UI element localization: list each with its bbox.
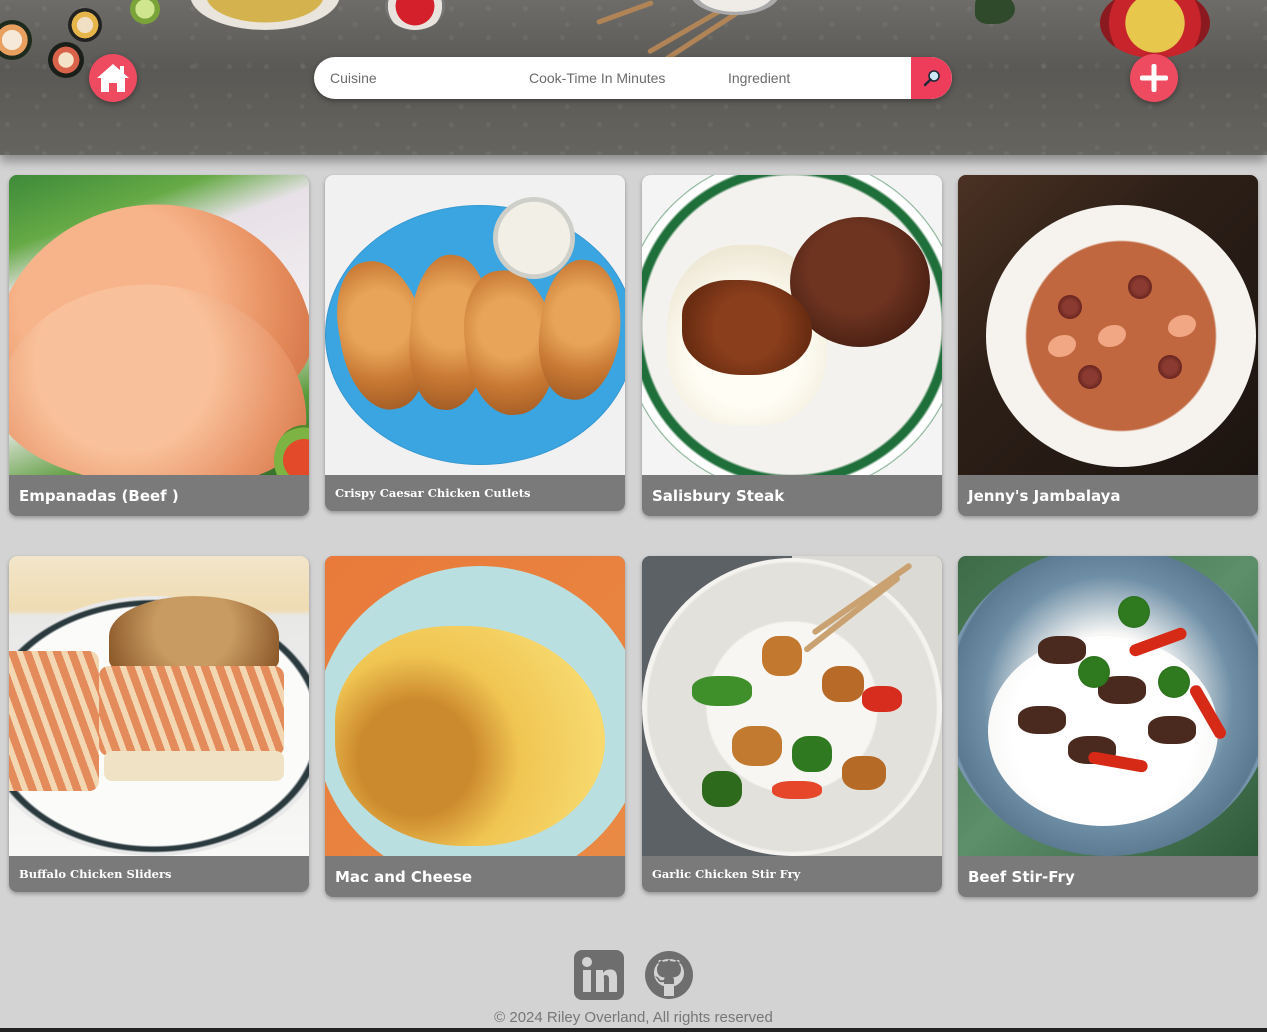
recipe-card[interactable]: Crispy Caesar Chicken Cutlets [325, 175, 625, 511]
recipe-title: Mac and Cheese [335, 867, 473, 886]
social-links [574, 950, 694, 1000]
recipe-photo [9, 556, 309, 856]
recipe-photo [642, 556, 942, 856]
recipe-title: Salisbury Steak [652, 486, 785, 505]
cuisine-input[interactable] [330, 58, 529, 98]
github-link[interactable] [644, 950, 694, 1000]
recipe-card[interactable]: Empanadas (Beef ) [9, 175, 309, 516]
recipe-title: Beef Stir-Fry [968, 867, 1075, 886]
dish-decoration [1100, 0, 1210, 58]
lime-decoration [130, 0, 160, 24]
ingredient-input[interactable] [728, 58, 911, 98]
github-icon [645, 951, 693, 999]
copyright-text: © 2024 Riley Overland, All rights reserv… [494, 1009, 773, 1026]
cook-time-input[interactable] [529, 58, 728, 98]
sushi-decoration [0, 20, 32, 60]
recipe-photo [958, 556, 1258, 856]
sauce-decoration [385, 0, 445, 30]
recipe-photo [325, 175, 625, 475]
bowl-decoration [190, 0, 340, 30]
plus-icon [1140, 64, 1168, 92]
recipe-photo [9, 175, 309, 475]
search-bar [314, 57, 952, 99]
recipe-card[interactable]: Salisbury Steak [642, 175, 942, 516]
recipe-card[interactable]: Beef Stir-Fry [958, 556, 1258, 897]
recipe-title: Crispy Caesar Chicken Cutlets [335, 486, 531, 500]
search-icon [923, 70, 940, 87]
recipe-card[interactable]: Garlic Chicken Stir Fry [642, 556, 942, 892]
leaf-decoration [975, 0, 1015, 24]
bottom-border [0, 1028, 1267, 1032]
recipe-title: Buffalo Chicken Sliders [19, 867, 172, 881]
search-button[interactable] [911, 57, 952, 99]
recipe-card[interactable]: Buffalo Chicken Sliders [9, 556, 309, 892]
linkedin-icon [574, 950, 624, 1000]
recipe-card[interactable]: Jenny's Jambalaya [958, 175, 1258, 516]
recipe-title: Empanadas (Beef ) [19, 486, 179, 505]
chopstick-decoration [595, 0, 655, 26]
sushi-decoration [48, 42, 84, 78]
recipe-title: Garlic Chicken Stir Fry [652, 867, 801, 881]
recipe-title: Jenny's Jambalaya [968, 486, 1121, 505]
recipe-photo [958, 175, 1258, 475]
header [0, 0, 1267, 155]
home-icon [97, 64, 129, 92]
add-recipe-button[interactable] [1130, 54, 1178, 102]
sushi-decoration [68, 8, 102, 42]
plate-decoration [690, 0, 780, 15]
recipe-photo [325, 556, 625, 856]
home-button[interactable] [89, 54, 137, 102]
recipe-card[interactable]: Mac and Cheese [325, 556, 625, 897]
linkedin-link[interactable] [574, 950, 624, 1000]
recipe-photo [642, 175, 942, 475]
